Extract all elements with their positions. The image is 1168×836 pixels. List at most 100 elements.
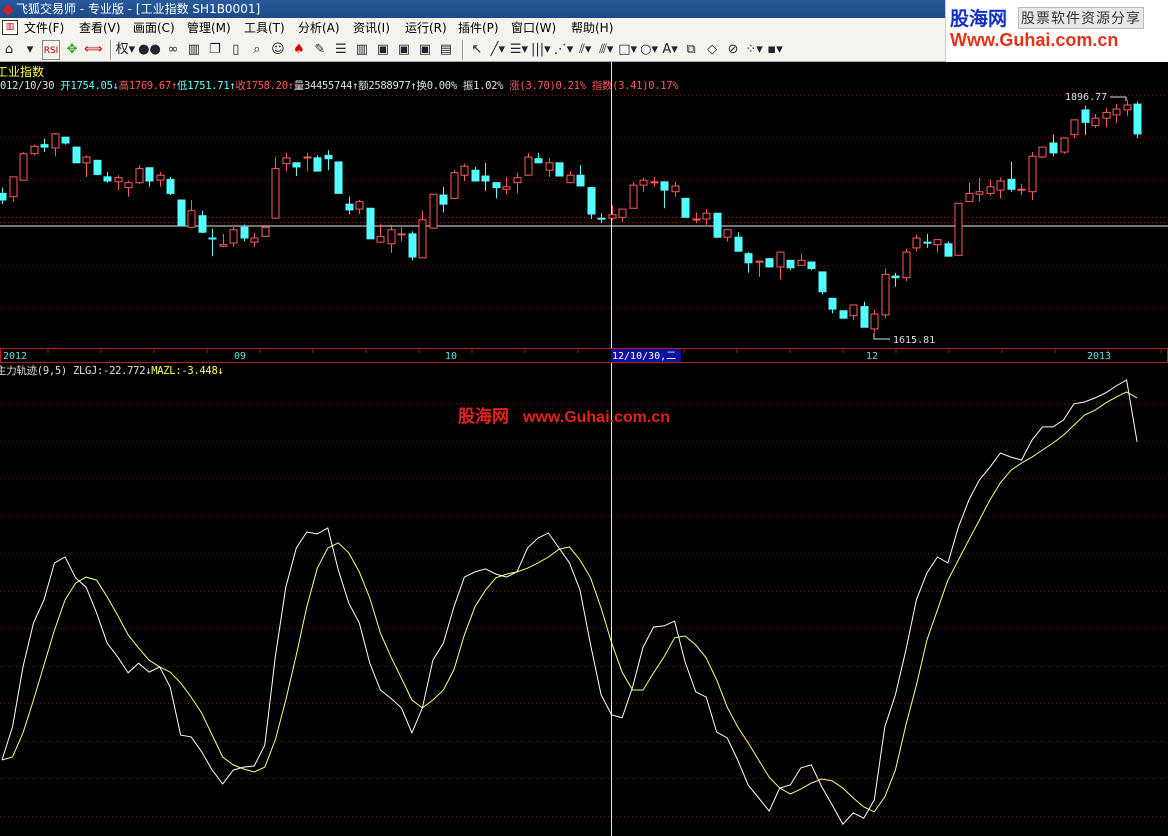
candle-up[interactable] (1070, 119, 1079, 139)
candle-up[interactable] (1123, 100, 1132, 116)
candle-down[interactable] (481, 162, 490, 191)
candle-down[interactable] (534, 152, 543, 164)
candle-up[interactable] (261, 226, 270, 238)
candle-up[interactable] (692, 212, 701, 224)
candle-down[interactable] (860, 301, 869, 328)
candle-down[interactable] (807, 261, 816, 271)
candle-down[interactable] (334, 161, 343, 194)
candle-up[interactable] (124, 180, 133, 197)
candle-up[interactable] (870, 309, 879, 333)
candle-up[interactable] (996, 177, 1005, 199)
candle-down[interactable] (828, 297, 837, 314)
candle-up[interactable] (954, 202, 963, 256)
candle-down[interactable] (839, 310, 848, 319)
candle-down[interactable] (292, 162, 301, 177)
candle-down[interactable] (408, 231, 417, 261)
candle-up[interactable] (975, 177, 984, 202)
candle-up[interactable] (776, 251, 785, 280)
candle-up[interactable] (135, 165, 144, 185)
candle-up[interactable] (51, 133, 60, 157)
candle-down[interactable] (891, 272, 900, 287)
candle-up[interactable] (387, 224, 396, 253)
candle-down[interactable] (492, 182, 501, 199)
candle-down[interactable] (660, 181, 669, 209)
candle-down[interactable] (923, 233, 932, 248)
candle-up[interactable] (502, 176, 511, 195)
candle-down[interactable] (439, 186, 448, 213)
candle-down[interactable] (313, 155, 322, 172)
candle-down[interactable] (1081, 105, 1090, 135)
candle-up[interactable] (618, 208, 627, 223)
candle-up[interactable] (271, 157, 280, 219)
candle-up[interactable] (933, 239, 942, 253)
candle-up[interactable] (965, 182, 974, 203)
candle-up[interactable] (282, 152, 291, 172)
candle-down[interactable] (1007, 161, 1016, 192)
candle-up[interactable] (229, 227, 238, 248)
candle-up[interactable] (114, 175, 123, 191)
candle-up[interactable] (187, 200, 196, 228)
candle-up[interactable] (1102, 108, 1111, 128)
candle-up[interactable] (524, 152, 533, 176)
candle-down[interactable] (366, 207, 375, 240)
candle-down[interactable] (198, 210, 207, 234)
candle-up[interactable] (429, 193, 438, 229)
candle-up[interactable] (881, 268, 890, 319)
candle-up[interactable] (30, 144, 39, 156)
candle-up[interactable] (1017, 184, 1026, 196)
candle-up[interactable] (450, 170, 459, 199)
candle-up[interactable] (1028, 152, 1037, 200)
candle-up[interactable] (1060, 137, 1069, 154)
candle-up[interactable] (671, 181, 680, 197)
candle-up[interactable] (902, 248, 911, 281)
candle-down[interactable] (103, 171, 112, 183)
candle-down[interactable] (765, 257, 774, 268)
candle-up[interactable] (19, 152, 28, 181)
candle-down[interactable] (240, 224, 249, 242)
candle-up[interactable] (797, 253, 806, 266)
candle-up[interactable] (849, 304, 858, 320)
candle-up[interactable] (460, 163, 469, 181)
candle-up[interactable] (545, 157, 554, 177)
candle-down[interactable] (786, 259, 795, 271)
candle-up[interactable] (219, 233, 228, 248)
candle-up[interactable] (397, 227, 406, 242)
candle-down[interactable] (576, 165, 585, 187)
candle-down[interactable] (587, 187, 596, 220)
indicator-name[interactable]: 主力轨迹(9,5) (0, 365, 67, 377)
candle-down[interactable] (1049, 134, 1058, 157)
candle-up[interactable] (650, 176, 659, 187)
candle-down[interactable] (208, 228, 217, 257)
candle-down[interactable] (471, 166, 480, 182)
candle-down[interactable] (944, 241, 953, 257)
candle-up[interactable] (608, 205, 617, 221)
candle-down[interactable] (1133, 101, 1142, 139)
candle-up[interactable] (1038, 146, 1047, 158)
candle-down[interactable] (681, 197, 690, 218)
candle-down[interactable] (0, 187, 7, 205)
candle-down[interactable] (818, 271, 827, 295)
candle-down[interactable] (324, 150, 333, 171)
candle-down[interactable] (93, 159, 102, 176)
candle-down[interactable] (555, 162, 564, 177)
candle-down[interactable] (345, 196, 354, 215)
candle-up[interactable] (156, 171, 165, 187)
candle-down[interactable] (177, 199, 186, 227)
candle-up[interactable] (986, 179, 995, 196)
candle-up[interactable] (566, 171, 575, 184)
candle-up[interactable] (513, 172, 522, 194)
candle-up[interactable] (755, 260, 764, 277)
candle-up[interactable] (639, 177, 648, 192)
candle-up[interactable] (82, 155, 91, 177)
candle-down[interactable] (72, 146, 81, 164)
candle-down[interactable] (40, 138, 49, 153)
candle-down[interactable] (713, 212, 722, 239)
candle-up[interactable] (376, 223, 385, 243)
candle-up[interactable] (1112, 104, 1121, 124)
candle-down[interactable] (744, 252, 753, 273)
candle-up[interactable] (355, 200, 364, 215)
candle-up[interactable] (912, 234, 921, 252)
candle-down[interactable] (166, 176, 175, 196)
candle-up[interactable] (9, 176, 18, 202)
candle-down[interactable] (145, 167, 154, 187)
